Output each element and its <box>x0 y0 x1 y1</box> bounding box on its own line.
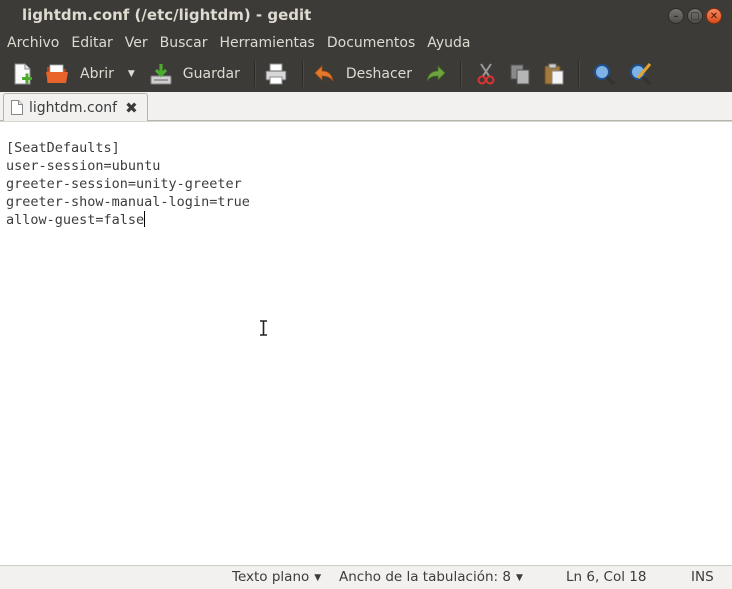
dropdown-arrow-icon: ▼ <box>314 573 322 583</box>
dropdown-arrow-icon: ▼ <box>127 68 135 79</box>
editor-line: greeter-session=unity-greeter <box>6 176 242 192</box>
editor-line: [SeatDefaults] <box>6 140 120 156</box>
tab-close-icon[interactable]: ✖ <box>125 99 138 117</box>
find-replace-icon <box>630 62 652 85</box>
menu-bar: Archivo Editar Ver Buscar Herramientas D… <box>0 31 732 55</box>
redo-icon <box>426 64 446 81</box>
toolbar-separator <box>253 60 256 87</box>
document-icon <box>11 100 23 115</box>
tab-lightdm-conf[interactable]: lightdm.conf ✖ <box>3 93 148 121</box>
tab-strip: lightdm.conf ✖ <box>0 92 732 121</box>
window-controls: – □ ✕ <box>668 8 722 24</box>
maximize-icon: □ <box>690 11 700 22</box>
cut-button[interactable] <box>474 59 498 89</box>
close-button[interactable]: ✕ <box>706 8 722 24</box>
cursor-position: Ln 6, Col 18 <box>566 569 647 585</box>
toolbar-separator <box>578 60 581 87</box>
text-editor[interactable]: [SeatDefaults] user-session=ubuntu greet… <box>0 121 732 566</box>
find-button[interactable] <box>592 59 616 89</box>
tab-label: lightdm.conf <box>29 99 118 116</box>
open-button[interactable]: Abrir <box>45 59 114 89</box>
new-document-button[interactable] <box>10 59 34 89</box>
find-replace-button[interactable] <box>628 59 652 89</box>
redo-button[interactable] <box>424 59 448 89</box>
open-recent-dropdown[interactable]: ▼ <box>128 59 135 89</box>
insert-mode: INS <box>691 569 714 585</box>
editor-line-text: allow-guest=false <box>6 212 145 228</box>
open-label: Abrir <box>80 65 114 82</box>
search-icon <box>594 63 616 85</box>
undo-button[interactable]: Deshacer <box>312 59 412 89</box>
maximize-button[interactable]: □ <box>687 8 703 24</box>
window-title: lightdm.conf (/etc/lightdm) - gedit <box>22 6 312 24</box>
toolbar: Abrir ▼ Guardar Deshacer <box>0 55 732 92</box>
print-button[interactable] <box>264 59 288 89</box>
copy-icon <box>510 64 530 84</box>
ibeam-cursor-icon <box>260 320 267 336</box>
dropdown-arrow-icon: ▼ <box>515 573 523 583</box>
scissors-icon <box>477 62 495 84</box>
undo-icon <box>314 64 334 81</box>
syntax-label: Texto plano <box>232 569 310 585</box>
syntax-selector[interactable]: Texto plano ▼ <box>232 569 321 585</box>
status-bar: Texto plano ▼ Ancho de la tabulación: 8 ▼ … <box>0 565 732 589</box>
tab-width-label: Ancho de la tabulación: 8 <box>339 569 511 585</box>
menu-editar[interactable]: Editar <box>64 35 117 51</box>
minimize-button[interactable]: – <box>668 8 684 24</box>
menu-ayuda[interactable]: Ayuda <box>420 35 475 51</box>
editor-content[interactable]: [SeatDefaults] user-session=ubuntu greet… <box>6 139 250 229</box>
save-label: Guardar <box>182 65 240 82</box>
menu-documentos[interactable]: Documentos <box>320 35 420 51</box>
undo-label: Deshacer <box>345 65 413 82</box>
paste-button[interactable] <box>542 59 566 89</box>
toolbar-separator <box>301 60 304 87</box>
title-bar: lightdm.conf (/etc/lightdm) - gedit – □ … <box>0 0 732 31</box>
menu-herramientas[interactable]: Herramientas <box>212 35 319 51</box>
menu-archivo[interactable]: Archivo <box>0 35 64 51</box>
editor-line-current: allow-guest=false <box>6 211 250 229</box>
new-document-icon <box>14 63 32 84</box>
save-button[interactable]: Guardar <box>149 59 240 89</box>
editor-line: greeter-show-manual-login=true <box>6 194 250 210</box>
close-icon: ✕ <box>709 11 719 22</box>
menu-ver[interactable]: Ver <box>118 35 153 51</box>
minimize-icon: – <box>673 11 679 22</box>
tab-width-selector[interactable]: Ancho de la tabulación: 8 ▼ <box>339 569 523 585</box>
copy-button[interactable] <box>508 59 532 89</box>
editor-line: user-session=ubuntu <box>6 158 161 174</box>
folder-open-icon <box>46 64 68 83</box>
toolbar-separator <box>460 60 463 87</box>
save-icon <box>150 63 172 84</box>
paste-icon <box>544 63 564 84</box>
menu-buscar[interactable]: Buscar <box>153 35 213 51</box>
text-caret <box>144 211 146 227</box>
printer-icon <box>265 63 287 84</box>
